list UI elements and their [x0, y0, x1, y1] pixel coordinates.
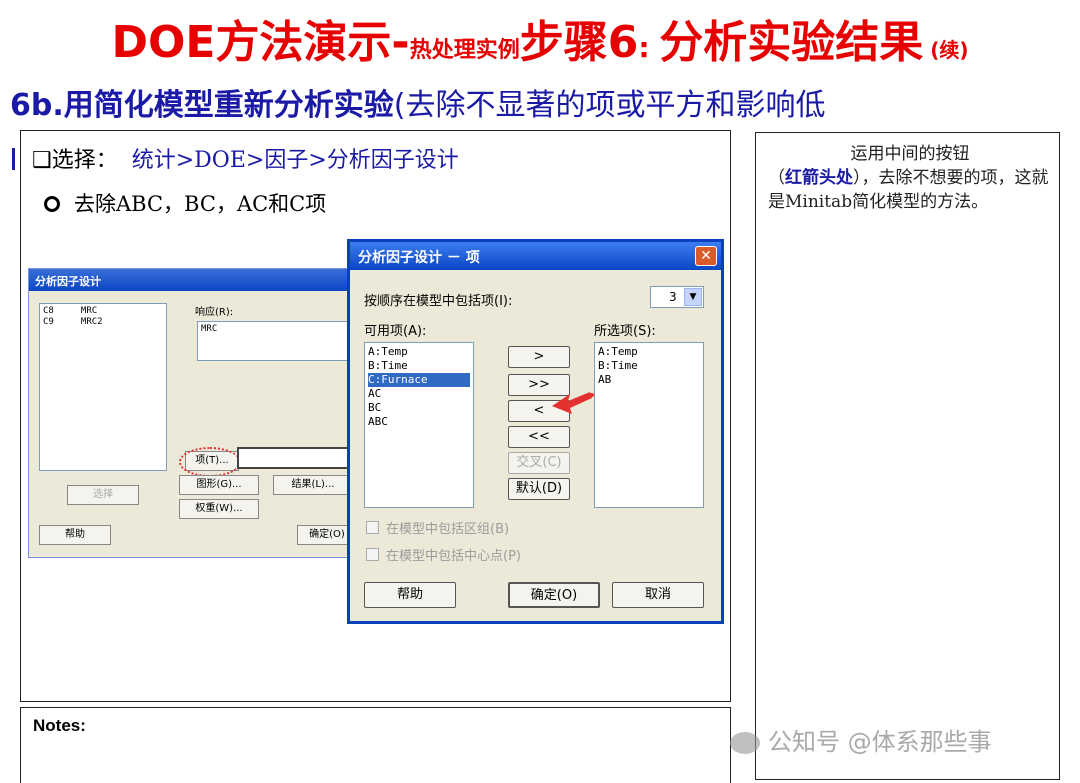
order-label: 按顺序在模型中包括项(I): [364, 294, 513, 309]
terms-dialog: 分析因子设计 － 项 ✕ 按顺序在模型中包括项(I): 3 ▼ 可用项(A): … [347, 239, 724, 624]
watermark: 公知号 @体系那些事 [730, 722, 992, 757]
list-item-selected[interactable]: C:Furnace [368, 373, 470, 387]
list-item[interactable]: A:Temp [598, 345, 700, 359]
list-item[interactable]: BC [368, 401, 470, 415]
list-item[interactable]: AB [598, 373, 700, 387]
weights-button[interactable]: 权重(W)... [179, 499, 259, 519]
remove-all-button[interactable]: << [508, 426, 570, 448]
fg-dialog-titlebar: 分析因子设计 － 项 ✕ [350, 242, 721, 270]
column-list[interactable]: C8 MRC C9 MRC2 [39, 303, 167, 471]
add-term-button[interactable]: > [508, 346, 570, 368]
available-terms-list[interactable]: A:Temp B:Time C:Furnace AC BC ABC [364, 342, 474, 508]
order-select[interactable]: 3 ▼ [650, 286, 704, 308]
list-item[interactable]: AC [368, 387, 470, 401]
side-note-line1: 运用中间的按钮 [850, 144, 970, 164]
title-part3: 步骤6 [519, 17, 639, 68]
center-points-checkbox[interactable] [366, 548, 379, 561]
fg-dialog-title: 分析因子设计 － 项 [358, 250, 480, 266]
select-instruction: ❑选择： 统计>DOE>因子>分析因子设计 [32, 142, 459, 174]
fg-cancel-button[interactable]: 取消 [612, 582, 704, 608]
analyze-factorial-dialog: 分析因子设计 C8 MRC C9 MRC2 响应(R): MRC 项(T)...… [28, 268, 359, 558]
highlight-oval [179, 447, 241, 477]
page-title: DOE方法演示-热处理实例步骤6: 分析实验结果 (续) [0, 6, 1080, 70]
list-item[interactable]: B:Time [598, 359, 700, 373]
title-part1: DOE方法演示- [111, 17, 410, 68]
side-note-highlight: 红箭头处 [785, 168, 853, 188]
select-label: ❑选择： [32, 148, 118, 173]
bullet-circle-icon [44, 196, 60, 212]
wechat-icon [730, 732, 760, 754]
list-item[interactable]: A:Temp [368, 345, 470, 359]
fg-ok-button[interactable]: 确定(O) [508, 582, 600, 608]
response-field[interactable]: MRC [197, 321, 359, 361]
column-item[interactable]: C8 MRC [43, 306, 163, 317]
bg-dialog-titlebar: 分析因子设计 [29, 269, 357, 291]
subtitle-normal: (去除不显著的项或平方和影响低 [393, 88, 826, 123]
list-item[interactable]: B:Time [368, 359, 470, 373]
watermark-text: 公知号 @体系那些事 [768, 728, 992, 756]
remove-text: 去除ABC，BC，AC和C项 [74, 192, 327, 216]
cross-button[interactable]: 交叉(C) [508, 452, 570, 474]
title-part2: 热处理实例 [409, 38, 520, 63]
select-button[interactable]: 选择 [67, 485, 139, 505]
remove-instruction: 去除ABC，BC，AC和C项 [44, 188, 326, 218]
blocks-checkbox[interactable] [366, 521, 379, 534]
red-arrow-icon [552, 392, 594, 414]
menu-path: 统计>DOE>因子>分析因子设计 [131, 148, 459, 173]
center-points-checkbox-label: 在模型中包括中心点(P) [386, 549, 521, 564]
title-part5: 分析实验结果 [659, 17, 924, 68]
title-part6: (续) [923, 38, 969, 62]
bg-help-button[interactable]: 帮助 [39, 525, 111, 545]
left-marker [12, 148, 15, 170]
selected-terms-list[interactable]: A:Temp B:Time AB [594, 342, 704, 508]
chevron-down-icon[interactable]: ▼ [684, 288, 702, 306]
available-label: 可用项(A): [364, 324, 427, 339]
default-button[interactable]: 默认(D) [508, 478, 570, 500]
list-item[interactable]: ABC [368, 415, 470, 429]
notes-frame: Notes: [20, 707, 731, 783]
selected-label: 所选项(S): [594, 324, 656, 339]
close-icon[interactable]: ✕ [695, 246, 717, 266]
side-note: 运用中间的按钮 （红箭头处），去除不想要的项，这就是Minitab简化模型的方法。 [768, 142, 1052, 214]
title-part4: : [638, 31, 660, 64]
column-item[interactable]: C9 MRC2 [43, 317, 163, 328]
response-label: 响应(R): [195, 307, 234, 318]
page-subtitle: 6b.用简化模型重新分析实验(去除不显著的项或平方和影响低 [10, 80, 825, 124]
fg-help-button[interactable]: 帮助 [364, 582, 456, 608]
side-note-paren: （ [768, 168, 785, 188]
notes-label: Notes: [33, 716, 86, 735]
order-value: 3 [669, 290, 677, 304]
blocks-checkbox-label: 在模型中包括区组(B) [386, 522, 510, 537]
subtitle-bold: 6b.用简化模型重新分析实验 [10, 88, 394, 123]
side-note-frame [755, 132, 1060, 780]
